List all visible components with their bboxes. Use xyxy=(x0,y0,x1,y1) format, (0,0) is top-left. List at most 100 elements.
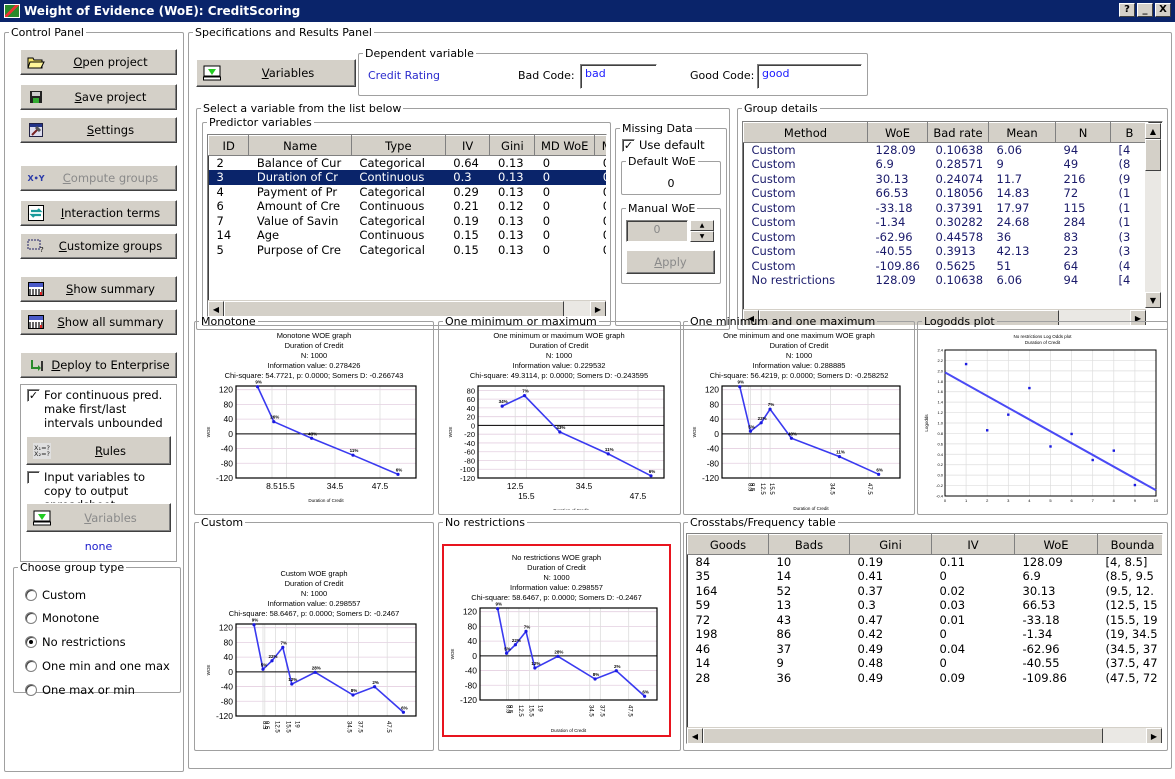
crosstab-cell: 164 xyxy=(695,583,718,598)
predictor-column-header[interactable]: Type xyxy=(350,135,446,156)
group-detail-column-header[interactable]: WoE xyxy=(867,122,928,143)
crosstab-row[interactable]: 28 36 0.49 0.09 -109.86 (47.5, 72 xyxy=(688,671,1163,686)
crosstab-horizontal-scrollbar[interactable]: ◀ ▶ xyxy=(687,727,1162,743)
predictor-column-header[interactable]: MD xyxy=(594,135,606,156)
scroll-up-arrow[interactable]: ▲ xyxy=(1145,123,1161,139)
group-detail-row[interactable]: Custom 128.09 0.10638 6.06 94 [4 xyxy=(744,143,1149,158)
output-variables-button[interactable]: Variables xyxy=(26,503,171,532)
no-restrictions-chart[interactable]: No restrictions WOE graph Duration of Cre… xyxy=(442,544,671,737)
rules-button[interactable]: X₁=? X₂=? Rules xyxy=(26,436,171,465)
scroll-right-arrow[interactable]: ▶ xyxy=(1146,728,1162,743)
group-detail-row[interactable]: Custom -33.18 0.37391 17.97 115 (1 xyxy=(744,201,1149,216)
x-tick-label: 9.5 xyxy=(263,721,269,730)
group-detail-column-header[interactable]: Mean xyxy=(988,122,1056,143)
show-all-summary-button[interactable]: Show all summary xyxy=(20,309,177,335)
chart-title-line: Duration of Credit xyxy=(527,563,587,572)
predictor-column-header[interactable]: Gini xyxy=(489,135,536,156)
crosstab-row[interactable]: 59 13 0.3 0.03 66.53 (12.5, 15 xyxy=(688,598,1163,613)
group-detail-row[interactable]: No restrictions 128.09 0.10638 6.06 94 [4 xyxy=(744,273,1149,288)
minimize-button[interactable]: _ xyxy=(1137,3,1153,17)
scroll-left-arrow[interactable]: ◀ xyxy=(687,728,703,743)
radio-no-restrictions[interactable]: No restrictions xyxy=(25,635,126,649)
interaction-arrows-icon xyxy=(27,205,45,221)
save-project-button[interactable]: Save project xyxy=(20,84,177,110)
group-detail-row[interactable]: Custom -40.55 0.3913 42.13 23 (3 xyxy=(744,244,1149,259)
use-default-checkbox[interactable]: ✓ Use default xyxy=(622,138,705,152)
unbounded-intervals-checkbox[interactable]: ✓ For continuous pred. make first/last i… xyxy=(27,388,175,430)
crosstab-column-header[interactable]: WoE xyxy=(1014,534,1098,555)
deploy-to-enterprise-button[interactable]: Deploy to Enterprise xyxy=(20,352,177,378)
help-button[interactable]: ? xyxy=(1119,3,1135,17)
radio-monotone[interactable]: Monotone xyxy=(25,611,99,625)
series-line xyxy=(496,608,646,697)
group-detail-cell: -109.86 xyxy=(875,258,920,273)
predictor-column-header[interactable]: IV xyxy=(444,135,491,156)
variables-button[interactable]: Variables xyxy=(196,59,356,87)
good-code-input[interactable]: good xyxy=(757,64,862,89)
customize-groups-button[interactable]: ? Customize groups xyxy=(20,233,177,259)
apply-button[interactable]: Apply xyxy=(626,250,715,274)
group-detail-row[interactable]: Custom 66.53 0.18056 14.83 72 (1 xyxy=(744,186,1149,201)
spin-up-arrow[interactable]: ▲ xyxy=(690,220,714,231)
predictor-row[interactable]: 2 Balance of Cur Categorical 0.64 0.13 0 0 xyxy=(209,156,607,171)
group-detail-row[interactable]: Custom -109.86 0.5625 51 64 (4 xyxy=(744,259,1149,274)
predictor-row[interactable]: 4 Payment of Pr Categorical 0.29 0.13 0 0 xyxy=(209,185,607,200)
show-summary-button[interactable]: Show summary xyxy=(20,276,177,302)
output-variables-value: none xyxy=(84,540,113,553)
predictor-cell: 0.15 xyxy=(453,242,479,257)
settings-button[interactable]: Settings xyxy=(20,117,177,143)
crosstab-row[interactable]: 46 37 0.49 0.04 -62.96 (34.5, 37 xyxy=(688,642,1163,657)
group-detail-cell: 66.53 xyxy=(875,186,909,201)
group-detail-row[interactable]: Custom -62.96 0.44578 36 83 (3 xyxy=(744,230,1149,245)
group-detail-row[interactable]: Custom 6.9 0.28571 9 49 (8 xyxy=(744,157,1149,172)
predictor-row[interactable]: 14 Age Continuous 0.15 0.13 0 0 xyxy=(209,228,607,243)
scroll-thumb[interactable] xyxy=(703,728,1103,743)
bad-code-input[interactable]: bad xyxy=(580,64,657,89)
radio-custom[interactable]: Custom xyxy=(25,588,86,602)
crosstab-row[interactable]: 35 14 0.41 0 6.9 (8.5, 9.5 xyxy=(688,569,1163,584)
x-tick-label: 15.5 xyxy=(278,481,295,491)
crosstab-column-header[interactable]: Goods xyxy=(687,534,769,555)
group-detail-column-header[interactable]: Method xyxy=(743,122,868,143)
crosstab-cell: (19, 34.5 xyxy=(1105,627,1158,642)
group-detail-row[interactable]: Custom 30.13 0.24074 11.7 216 (9 xyxy=(744,172,1149,187)
predictor-column-header[interactable]: Name xyxy=(248,135,352,156)
interaction-terms-button[interactable]: Interaction terms xyxy=(20,200,177,226)
predictor-row[interactable]: 5 Purpose of Cre Categorical 0.15 0.13 0 0 xyxy=(209,242,607,258)
open-project-button[interactable]: Open project xyxy=(20,49,177,75)
group-detail-column-header[interactable]: Bad rate xyxy=(927,122,989,143)
crosstab-column-header[interactable]: Bads xyxy=(768,534,850,555)
scroll-thumb[interactable] xyxy=(1145,139,1161,171)
spin-down-arrow[interactable]: ▼ xyxy=(690,231,714,242)
data-point xyxy=(270,659,274,663)
manual-woe-input[interactable]: 0 xyxy=(626,220,688,242)
manual-woe-spinner[interactable]: ▲ ▼ xyxy=(690,220,714,242)
predictor-horizontal-scrollbar[interactable]: ◀ ▶ xyxy=(208,300,606,316)
predictor-cell: Age xyxy=(256,228,280,243)
data-point xyxy=(401,710,405,714)
predictor-row[interactable]: 3Duration of CrContinuous0.30.1300 xyxy=(208,170,606,185)
group-details-vertical-scrollbar[interactable]: ▲ ▼ xyxy=(1145,123,1161,308)
predictor-row[interactable]: 6 Amount of Cre Continuous 0.21 0.12 0 0 xyxy=(209,199,607,214)
predictor-column-header[interactable]: MD WoE xyxy=(534,135,596,156)
crosstab-row[interactable]: 72 43 0.47 0.01 -33.18 (15.5, 19 xyxy=(688,612,1163,628)
crosstab-row[interactable]: 164 52 0.37 0.02 30.13 (9.5, 12. xyxy=(688,583,1163,599)
group-detail-row[interactable]: Custom -1.34 0.30282 24.68 284 (1 xyxy=(744,215,1149,230)
compute-groups-button[interactable]: X•Y Compute groups xyxy=(20,165,177,191)
predictor-row[interactable]: 7 Value of Savin Categorical 0.19 0.13 0 0 xyxy=(209,214,607,229)
scroll-down-arrow[interactable]: ▼ xyxy=(1145,292,1161,308)
crosstab-column-header[interactable]: Gini xyxy=(849,534,932,555)
crosstab-column-header[interactable]: Bounda xyxy=(1097,534,1162,555)
group-detail-column-header[interactable]: N xyxy=(1055,122,1111,143)
crosstab-row[interactable]: 14 9 0.48 0 -40.55 (37.5, 47 xyxy=(688,656,1163,671)
radio-one-min-and-one-max[interactable]: One min and one max xyxy=(25,659,170,673)
crosstab-cell: 72 xyxy=(695,612,711,627)
group-detail-column-header[interactable]: B xyxy=(1110,122,1149,143)
crosstab-column-header[interactable]: IV xyxy=(931,534,1015,555)
crosstab-row[interactable]: 84 10 0.19 0.11 128.09 [4, 8.5] xyxy=(688,555,1163,570)
close-button[interactable]: X xyxy=(1155,3,1171,17)
radio-dot xyxy=(25,612,37,624)
crosstab-row[interactable]: 198 86 0.42 0 -1.34 (19, 34.5 xyxy=(688,627,1163,642)
predictor-column-header[interactable]: ID xyxy=(208,135,250,156)
radio-one-max-or-min[interactable]: One max or min xyxy=(25,683,135,697)
